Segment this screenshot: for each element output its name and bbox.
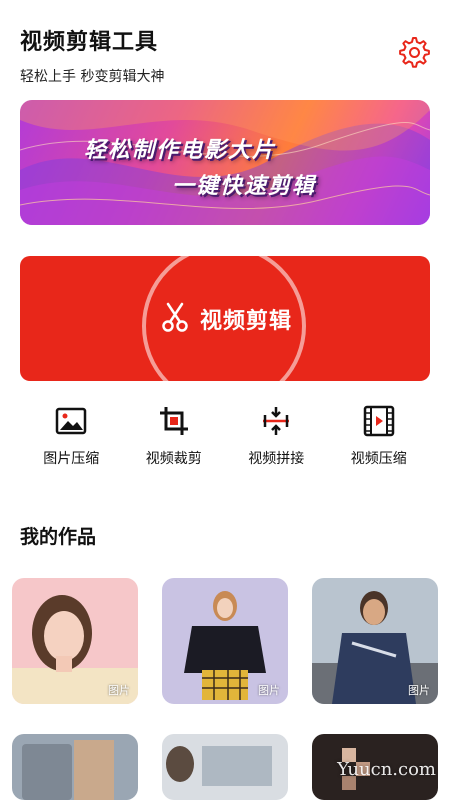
film-icon	[363, 405, 394, 437]
work-thumbnail[interactable]	[12, 734, 138, 800]
tool-video-crop[interactable]: 视频裁剪	[123, 404, 226, 474]
crop-icon	[159, 407, 188, 435]
work-image	[162, 734, 288, 800]
tool-label: 视频拼接	[248, 451, 305, 467]
merge-icon	[263, 407, 290, 435]
gear-icon	[399, 37, 430, 68]
work-image	[12, 734, 138, 800]
settings-button[interactable]	[396, 34, 430, 68]
tool-image-compress[interactable]: 图片压缩	[20, 404, 123, 474]
work-type-tag: 图片	[258, 684, 280, 697]
app-subtitle: 轻松上手 秒变剪辑大神	[20, 69, 165, 85]
tool-label: 视频裁剪	[145, 451, 202, 467]
work-thumbnail[interactable]: 图片	[162, 578, 288, 704]
image-icon	[56, 407, 87, 435]
tool-video-compress[interactable]: 视频压缩	[328, 404, 431, 474]
scissors-icon	[162, 302, 188, 332]
tool-label: 视频压缩	[350, 451, 407, 467]
header: 视频剪辑工具 轻松上手 秒变剪辑大神	[20, 24, 430, 94]
tool-video-merge[interactable]: 视频拼接	[225, 404, 328, 474]
my-works-title: 我的作品	[20, 526, 97, 548]
banner-headline: 轻松制作电影大片	[84, 138, 277, 163]
tool-row: 图片压缩 视频裁剪 视频拼接 视频压缩	[20, 404, 430, 474]
work-thumbnail[interactable]: 图片	[12, 578, 138, 704]
banner-subheadline: 一键快速剪辑	[172, 174, 317, 199]
video-edit-label: 视频剪辑	[200, 309, 293, 334]
work-type-tag: 图片	[108, 684, 130, 697]
tool-label: 图片压缩	[43, 451, 100, 467]
work-type-tag: 图片	[408, 684, 430, 697]
watermark: Yuucn.com	[337, 759, 436, 780]
video-edit-button[interactable]: 视频剪辑	[20, 256, 430, 381]
work-thumbnail[interactable]: 图片	[312, 578, 438, 704]
app-title: 视频剪辑工具	[20, 30, 159, 55]
promo-banner[interactable]: 轻松制作电影大片 一键快速剪辑	[20, 100, 430, 225]
work-thumbnail[interactable]	[162, 734, 288, 800]
